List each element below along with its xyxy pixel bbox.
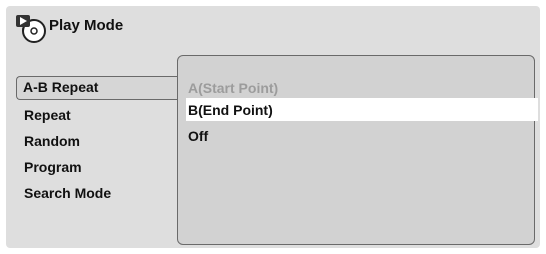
disc-play-icon [16,15,46,43]
option-start-point: A(Start Point) [188,80,279,96]
option-end-point[interactable]: B(End Point) [188,100,273,120]
menu-item-random[interactable]: Random [16,128,186,154]
page-title: Play Mode [49,17,124,34]
menu-item-program[interactable]: Program [16,154,186,180]
menu-item-ab-repeat[interactable]: A-B Repeat [16,76,179,100]
option-off[interactable]: Off [188,126,208,146]
menu-item-search-mode[interactable]: Search Mode [16,180,186,206]
ab-repeat-options-panel: A(Start Point) B(End Point) Off [177,55,538,245]
menu-item-repeat[interactable]: Repeat [16,102,186,128]
play-mode-menu: A-B Repeat Repeat Random Program Search … [16,76,186,206]
